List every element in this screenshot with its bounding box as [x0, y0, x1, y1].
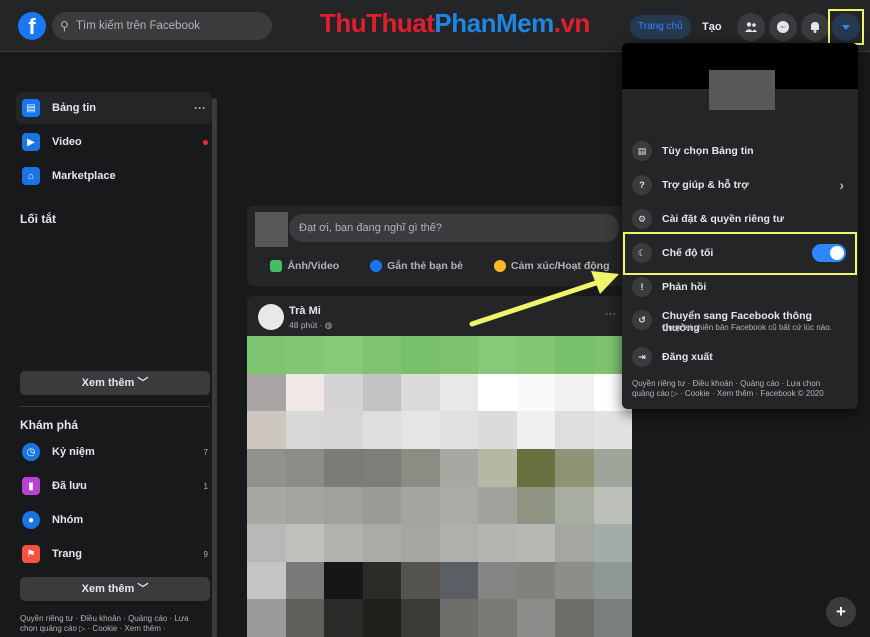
- new-message-button[interactable]: +: [826, 597, 856, 627]
- annotation-arrow: [469, 271, 619, 327]
- plus-icon: +: [836, 602, 846, 621]
